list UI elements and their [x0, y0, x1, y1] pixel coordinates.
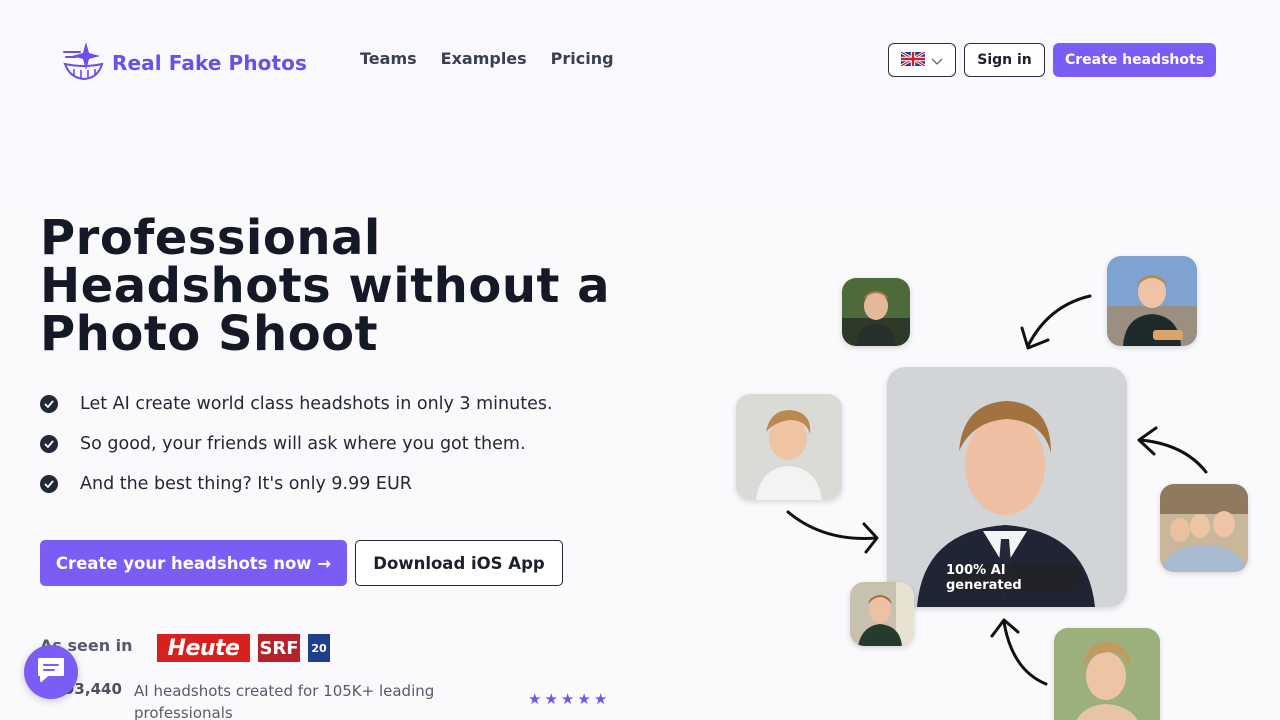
- feature-text: And the best thing? It's only 9.99 EUR: [80, 474, 412, 494]
- language-selector[interactable]: [888, 43, 956, 77]
- uk-flag-icon: [900, 50, 926, 70]
- feature-text: Let AI create world class headshots in o…: [80, 394, 553, 414]
- ai-generated-badge: 100% AI generated: [946, 563, 1084, 593]
- check-icon: [40, 395, 58, 413]
- heute-logo: Heute: [157, 634, 250, 662]
- main-nav: Teams Examples Pricing: [360, 49, 614, 68]
- star-icon: ★: [593, 690, 608, 708]
- create-headshots-button[interactable]: Create headshots: [1053, 43, 1216, 77]
- stat-description: AI headshots created for 105K+ leading p…: [134, 682, 435, 720]
- check-icon: [40, 475, 58, 493]
- star-icon: ★: [560, 690, 575, 708]
- feature-item: So good, your friends will ask where you…: [40, 424, 553, 464]
- chat-icon: [36, 656, 66, 688]
- hero-title: Professional Headshots without a Photo S…: [40, 210, 611, 362]
- arrow-icon: [990, 618, 1048, 686]
- selfie-photo-4: [1160, 484, 1248, 572]
- create-headshots-now-button[interactable]: Create your headshots now →: [40, 540, 347, 586]
- chevron-down-icon: [931, 51, 943, 70]
- nav-teams[interactable]: Teams: [360, 49, 417, 68]
- sparkle-smile-icon: [62, 40, 106, 86]
- selfie-photo-5: [850, 582, 914, 646]
- feature-item: And the best thing? It's only 9.99 EUR: [40, 464, 553, 504]
- star-icon: ★: [528, 690, 542, 708]
- arrow-icon: [1137, 426, 1208, 474]
- feature-item: Let AI create world class headshots in o…: [40, 384, 553, 424]
- arrow-icon: [1020, 294, 1092, 350]
- sign-in-button[interactable]: Sign in: [964, 43, 1045, 77]
- 20-minuten-logo: 20: [308, 634, 330, 662]
- selfie-photo-2: [1107, 256, 1197, 346]
- star-icon: ★: [577, 690, 591, 708]
- brand-logo[interactable]: Real Fake Photos: [62, 40, 307, 86]
- chat-button[interactable]: [24, 645, 78, 699]
- rating-stars: ★ ★ ★ ★ ★: [528, 692, 607, 707]
- check-icon: [40, 435, 58, 453]
- selfie-photo-3: [736, 394, 842, 500]
- feature-text: So good, your friends will ask where you…: [80, 434, 526, 454]
- nav-pricing[interactable]: Pricing: [551, 49, 614, 68]
- download-ios-app-button[interactable]: Download iOS App: [355, 540, 563, 586]
- selfie-photo-1: [842, 278, 910, 346]
- srf-logo: SRF: [258, 634, 300, 662]
- header: [0, 0, 1280, 208]
- feature-list: Let AI create world class headshots in o…: [40, 384, 553, 504]
- star-icon: ★: [544, 690, 558, 708]
- selfie-photo-6: [1054, 628, 1160, 720]
- brand-name: Real Fake Photos: [112, 51, 307, 75]
- nav-examples[interactable]: Examples: [441, 49, 527, 68]
- arrow-icon: [786, 510, 879, 554]
